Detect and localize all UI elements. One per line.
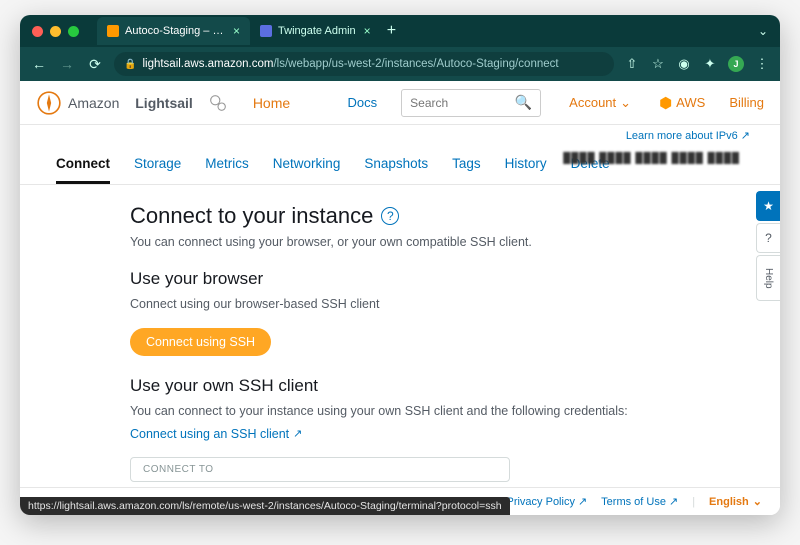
compass-icon <box>36 90 62 116</box>
address-bar[interactable]: 🔒 lightsail.aws.amazon.com/ls/webapp/us-… <box>114 52 614 76</box>
reload-button[interactable]: ⟳ <box>86 56 104 73</box>
privacy-link[interactable]: Privacy Policy↗ <box>506 495 587 508</box>
chevron-down-icon: ⌄ <box>753 495 762 508</box>
ipv6-link[interactable]: Learn more about IPv6 ↗ <box>626 130 750 142</box>
search-input[interactable] <box>410 96 515 110</box>
url-path: /ls/webapp/us-west-2/instances/Autoco-St… <box>273 58 558 70</box>
billing-link[interactable]: Billing <box>729 95 764 110</box>
ipv6-notice: Learn more about IPv6 ↗ <box>20 125 780 142</box>
tab-networking[interactable]: Networking <box>273 156 341 184</box>
chevron-down-icon: ⌄ <box>620 95 631 111</box>
section-browser-desc: Connect using our browser-based SSH clie… <box>130 295 660 314</box>
external-link-icon: ↗ <box>741 130 750 142</box>
browser-tab[interactable]: Twingate Admin × <box>250 17 381 45</box>
connect-ssh-button[interactable]: Connect using SSH <box>130 328 271 356</box>
lightsail-favicon <box>107 25 119 37</box>
tab-title: Autoco-Staging – Connect | Li… <box>125 25 225 37</box>
ssh-client-link[interactable]: Connect using an SSH client↗ <box>130 427 302 441</box>
tab-storage[interactable]: Storage <box>134 156 181 184</box>
help-tab-widget[interactable]: Help <box>756 255 780 301</box>
brand-name: Lightsail <box>135 95 193 111</box>
browser-tabs: Autoco-Staging – Connect | Li… × Twingat… <box>97 17 758 45</box>
main-panel: Connect to your instance ? You can conne… <box>20 185 660 482</box>
docs-link[interactable]: Docs <box>348 95 378 110</box>
connect-to-field[interactable]: CONNECT TO <box>130 457 510 482</box>
tab-metrics[interactable]: Metrics <box>205 156 249 184</box>
account-menu[interactable]: Account⌄ <box>569 95 631 111</box>
language-selector[interactable]: English⌄ <box>709 495 762 508</box>
settings-gear-icon[interactable] <box>207 92 229 114</box>
search-icon[interactable]: 🔍 <box>515 94 532 111</box>
maximize-window-icon[interactable] <box>68 26 79 37</box>
page-content: Amazon Lightsail Home Docs 🔍 Account⌄ ⬢A… <box>20 81 780 515</box>
overflow-menu-icon[interactable]: ⋮ <box>754 56 770 72</box>
bookmark-star-icon[interactable]: ☆ <box>650 56 666 72</box>
close-window-icon[interactable] <box>32 26 43 37</box>
close-tab-icon[interactable]: × <box>364 24 371 38</box>
browser-titlebar: Autoco-Staging – Connect | Li… × Twingat… <box>20 15 780 47</box>
section-browser-heading: Use your browser <box>130 269 660 289</box>
section-own-heading: Use your own SSH client <box>130 376 660 396</box>
back-button[interactable]: ← <box>30 56 48 72</box>
terms-link[interactable]: Terms of Use↗ <box>601 495 678 508</box>
tab-snapshots[interactable]: Snapshots <box>364 156 428 184</box>
tab-history[interactable]: History <box>505 156 547 184</box>
extensions-puzzle-icon[interactable]: ✦ <box>702 56 718 72</box>
page-subtitle: You can connect using your browser, or y… <box>130 235 660 249</box>
browser-tab-active[interactable]: Autoco-Staging – Connect | Li… × <box>97 17 250 45</box>
lightsail-header: Amazon Lightsail Home Docs 🔍 Account⌄ ⬢A… <box>20 81 780 125</box>
aws-cube-icon: ⬢ <box>659 94 672 112</box>
search-box[interactable]: 🔍 <box>401 89 541 117</box>
external-link-icon: ↗ <box>293 427 302 440</box>
twingate-favicon <box>260 25 272 37</box>
minimize-window-icon[interactable] <box>50 26 61 37</box>
tab-title: Twingate Admin <box>278 25 356 37</box>
home-link[interactable]: Home <box>253 95 290 111</box>
tab-tags[interactable]: Tags <box>452 156 481 184</box>
window-controls <box>32 26 79 37</box>
profile-avatar[interactable]: J <box>728 56 744 72</box>
side-widgets: ★ ? Help <box>756 191 780 303</box>
tab-connect[interactable]: Connect <box>56 156 110 184</box>
aws-link[interactable]: ⬢AWS <box>659 94 705 112</box>
url-host: lightsail.aws.amazon.com <box>142 58 273 70</box>
close-tab-icon[interactable]: × <box>233 24 240 38</box>
help-icon[interactable]: ? <box>381 207 399 225</box>
external-link-icon: ↗ <box>669 495 678 508</box>
section-own-desc: You can connect to your instance using y… <box>130 402 660 421</box>
browser-status-bar: https://lightsail.aws.amazon.com/ls/remo… <box>20 497 510 515</box>
help-circle-widget[interactable]: ? <box>756 223 780 253</box>
favorites-widget[interactable]: ★ <box>756 191 780 221</box>
extension-icon[interactable]: ◉ <box>676 56 692 72</box>
brand-prefix: Amazon <box>68 95 119 111</box>
lock-icon: 🔒 <box>124 59 136 70</box>
page-title: Connect to your instance <box>130 203 373 229</box>
extension-icons: ⇧ ☆ ◉ ✦ J ⋮ <box>624 56 770 72</box>
share-icon[interactable]: ⇧ <box>624 56 640 72</box>
external-link-icon: ↗ <box>578 495 587 508</box>
tabs-overflow-icon[interactable]: ⌄ <box>758 24 768 38</box>
lightsail-logo[interactable]: Amazon Lightsail <box>36 90 193 116</box>
obscured-ip-text: ████ ████ ████ ████ ████ <box>563 153 740 164</box>
forward-button[interactable]: → <box>58 56 76 72</box>
new-tab-button[interactable]: + <box>387 22 396 40</box>
browser-toolbar: ← → ⟳ 🔒 lightsail.aws.amazon.com/ls/weba… <box>20 47 780 81</box>
